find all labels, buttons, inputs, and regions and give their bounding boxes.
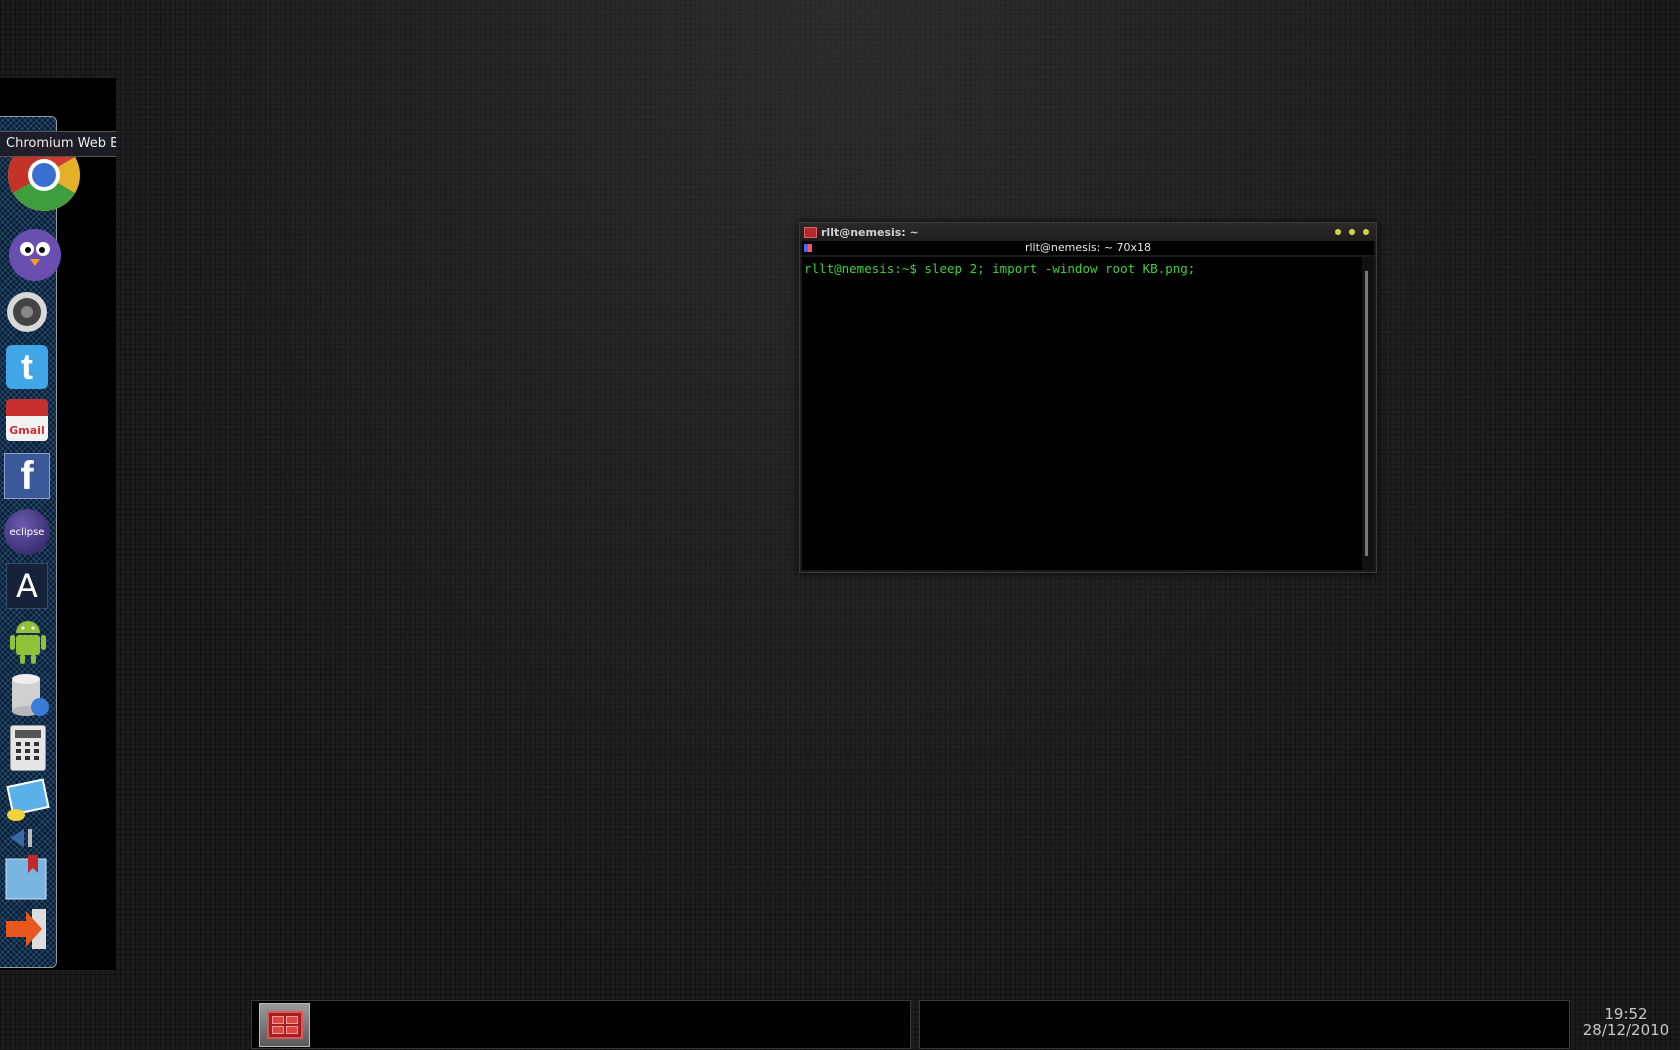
terminal-output[interactable]: rllt@nemesis:~$ sleep 2; import -window … [802, 257, 1364, 570]
back-arrow-icon[interactable] [6, 827, 48, 849]
logout-icon[interactable] [4, 907, 50, 951]
gmail-icon[interactable]: Gmail [6, 399, 48, 441]
terminal-scrollbar[interactable] [1362, 257, 1374, 570]
eclipse-icon[interactable]: eclipse [4, 509, 50, 555]
terminal-task-button[interactable] [259, 1003, 310, 1047]
android-icon[interactable] [8, 617, 48, 665]
database-icon[interactable] [8, 673, 50, 717]
twitter-icon[interactable]: t [6, 345, 48, 389]
facebook-glyph: f [20, 453, 34, 498]
twitter-glyph: t [21, 346, 33, 387]
terminal-task-icon [266, 1011, 303, 1039]
bookmarks-icon[interactable] [4, 853, 48, 903]
calculator-keys-graphic [15, 730, 41, 760]
taskbar-right-area[interactable] [919, 1000, 1570, 1049]
gmail-glyph: Gmail [9, 424, 45, 437]
calculator-icon[interactable] [10, 725, 46, 771]
facebook-icon[interactable]: f [4, 453, 50, 499]
terminal-size-label: rllt@nemesis: ~ 70x18 [1024, 241, 1152, 254]
exit-arrow-graphic [6, 909, 46, 949]
terminal-info-icon [804, 244, 812, 252]
font-viewer-icon[interactable]: A [6, 563, 48, 609]
window-buttons [1335, 229, 1372, 235]
clock[interactable]: 19:52 28/12/2010 [1574, 1006, 1678, 1038]
terminal-icon [804, 226, 817, 238]
font-viewer-glyph: A [16, 567, 38, 605]
volume-icon[interactable] [6, 291, 48, 333]
terminal-scrollbar-thumb[interactable] [1365, 271, 1368, 556]
book-graphic [5, 855, 47, 900]
back-arrow-graphic [10, 829, 32, 847]
clock-time: 19:52 [1604, 1005, 1648, 1023]
taskbar-left-area[interactable] [251, 1000, 911, 1049]
speaker-graphic [7, 292, 47, 332]
clock-date: 28/12/2010 [1582, 1021, 1670, 1039]
minimize-button[interactable] [1335, 229, 1341, 235]
terminal-infobar: rllt@nemesis: ~ 70x18 [802, 241, 1374, 255]
database-graphic [12, 674, 49, 716]
terminal-window[interactable]: rllt@nemesis: ~ rllt@nemesis: ~ 70x18 rl… [799, 222, 1377, 573]
maximize-button[interactable] [1349, 229, 1355, 235]
terminal-titlebar[interactable]: rllt@nemesis: ~ [800, 223, 1376, 241]
picture-frame-graphic [6, 778, 50, 821]
image-viewer-icon[interactable] [4, 775, 50, 823]
app-dock: t Gmail f eclipse A [0, 116, 80, 968]
dock-tooltip: Chromium Web B [0, 131, 116, 157]
pidgin-bird-graphic [9, 229, 61, 281]
pidgin-icon[interactable] [6, 221, 64, 281]
eclipse-glyph: eclipse [9, 526, 45, 538]
terminal-title: rllt@nemesis: ~ [821, 225, 919, 239]
close-button[interactable] [1363, 229, 1369, 235]
terminal-prompt-line: rllt@nemesis:~$ sleep 2; import -window … [804, 261, 1196, 276]
android-robot-graphic [10, 621, 46, 664]
